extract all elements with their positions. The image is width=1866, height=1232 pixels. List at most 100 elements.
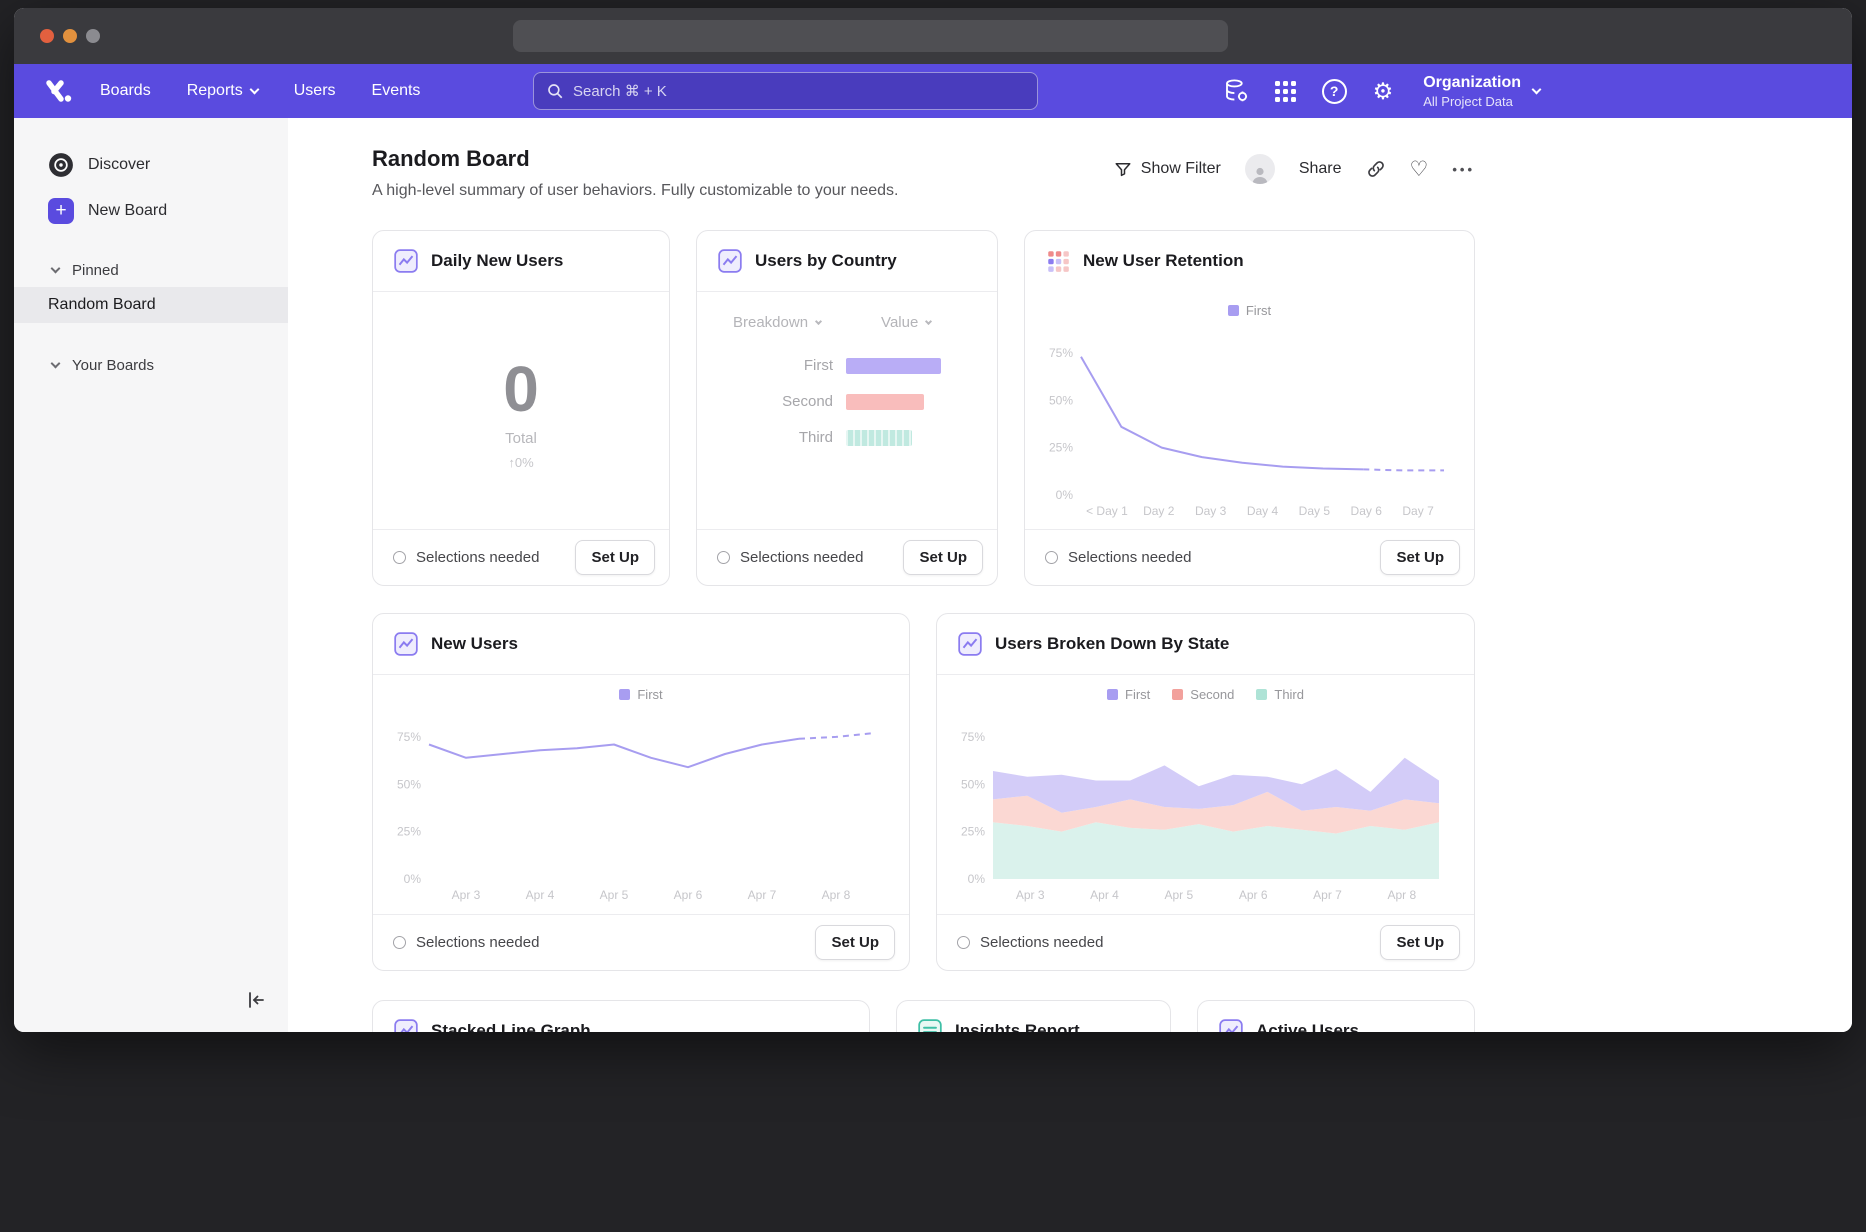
status-label: Selections needed <box>416 549 539 566</box>
svg-text:Apr 8: Apr 8 <box>822 888 851 902</box>
page-subtitle: A high-level summary of user behaviors. … <box>372 182 898 200</box>
sidebar-item-random-board[interactable]: Random Board <box>14 287 288 323</box>
chevron-down-icon <box>1532 84 1542 94</box>
svg-text:Apr 4: Apr 4 <box>1090 888 1119 902</box>
top-nav: Boards Reports Users Events <box>14 64 1852 118</box>
help-icon[interactable]: ? <box>1322 79 1347 104</box>
traffic-lights <box>40 29 100 43</box>
sidebar-item-discover[interactable]: Discover <box>14 144 288 186</box>
set-up-button[interactable]: Set Up <box>575 540 655 575</box>
metric-value: 0 <box>503 352 539 426</box>
data-management-icon[interactable] <box>1223 78 1249 104</box>
avatar[interactable] <box>1245 154 1275 184</box>
legend-item: First <box>619 687 662 702</box>
sidebar-collapse-button[interactable] <box>240 985 272 1018</box>
search-bar[interactable] <box>533 72 1038 110</box>
card-title: New Users <box>431 634 518 654</box>
window-zoom-button[interactable] <box>86 29 100 43</box>
board-content: Random Board A high-level summary of use… <box>288 118 1478 1032</box>
share-button[interactable]: Share <box>1299 160 1342 178</box>
svg-text:50%: 50% <box>1049 393 1073 407</box>
legend-swatch <box>1172 689 1183 700</box>
chevron-down-icon <box>51 359 61 369</box>
copy-link-button[interactable] <box>1366 159 1386 179</box>
nav-right: ? ⚙ Organization All Project Data <box>1223 73 1540 109</box>
more-options-button[interactable]: ••• <box>1452 162 1475 177</box>
line-chart-icon <box>957 631 983 657</box>
line-chart-icon <box>393 1018 419 1032</box>
show-filter-button[interactable]: Show Filter <box>1114 160 1221 178</box>
card-header: Users by Country <box>697 231 997 292</box>
set-up-button[interactable]: Set Up <box>903 540 983 575</box>
section-label: Pinned <box>72 262 119 279</box>
mixpanel-logo[interactable] <box>44 79 74 103</box>
value-select[interactable]: Value <box>881 314 931 331</box>
svg-text:75%: 75% <box>397 730 421 744</box>
legend-swatch <box>1107 689 1118 700</box>
line-chart-icon <box>393 631 419 657</box>
svg-text:Day 3: Day 3 <box>1195 504 1227 518</box>
favorite-button[interactable]: ♡ <box>1410 159 1429 180</box>
legend-item: First <box>1228 303 1271 318</box>
bar-row: First <box>733 357 973 374</box>
apps-grid-icon[interactable] <box>1275 81 1296 102</box>
selections-needed-status: Selections needed <box>393 934 539 951</box>
nav-item-users[interactable]: Users <box>294 82 336 100</box>
line-chart-icon <box>393 248 419 274</box>
window-close-button[interactable] <box>40 29 54 43</box>
set-up-button[interactable]: Set Up <box>815 925 895 960</box>
set-up-button[interactable]: Set Up <box>1380 925 1460 960</box>
legend-label: First <box>637 687 662 702</box>
window-minimize-button[interactable] <box>63 29 77 43</box>
svg-text:0%: 0% <box>1056 488 1074 502</box>
bar-label: First <box>733 357 833 374</box>
bar-row: Second <box>733 393 973 410</box>
svg-text:Apr 6: Apr 6 <box>674 888 703 902</box>
status-circle-icon <box>1045 551 1058 564</box>
state-breakdown-chart: 75%50%25%0%Apr 3Apr 4Apr 5Apr 6Apr 7Apr … <box>937 702 1474 914</box>
bar-label: Second <box>733 393 833 410</box>
metric-label: Total <box>505 430 537 447</box>
card-row-1: Daily New Users 0 Total ↑0% Selections n… <box>372 230 1475 586</box>
status-label: Selections needed <box>740 549 863 566</box>
browser-url-bar[interactable] <box>513 20 1228 52</box>
breakdown-select[interactable]: Breakdown <box>733 314 821 331</box>
sidebar-item-new-board[interactable]: + New Board <box>14 190 288 232</box>
board-title-block: Random Board A high-level summary of use… <box>372 146 898 200</box>
page-title: Random Board <box>372 146 898 172</box>
svg-text:50%: 50% <box>961 777 985 791</box>
nav-item-events[interactable]: Events <box>372 82 421 100</box>
nav-item-label: Events <box>372 82 421 100</box>
retention-chart: 75%50%25%0%< Day 1Day 2Day 3Day 4Day 5Da… <box>1025 318 1474 529</box>
chevron-down-icon <box>815 318 822 325</box>
card-title: Active Users <box>1256 1021 1359 1032</box>
svg-text:Day 7: Day 7 <box>1402 504 1434 518</box>
gear-icon[interactable]: ⚙ <box>1373 80 1394 103</box>
org-switcher[interactable]: Organization All Project Data <box>1423 73 1540 109</box>
legend-item: First <box>1107 687 1150 702</box>
card-body: Breakdown Value First <box>697 292 997 529</box>
card-title: New User Retention <box>1083 251 1244 271</box>
report-icon <box>917 1018 943 1032</box>
set-up-button[interactable]: Set Up <box>1380 540 1460 575</box>
card-footer: Selections needed Set Up <box>373 529 669 585</box>
svg-text:25%: 25% <box>397 825 421 839</box>
svg-text:25%: 25% <box>1049 441 1073 455</box>
search-input[interactable] <box>573 83 1025 100</box>
nav-item-reports[interactable]: Reports <box>187 82 258 100</box>
retention-grid-icon <box>1045 248 1071 274</box>
app-body: Discover + New Board Pinned Random Board… <box>14 118 1852 1032</box>
bar-label: Third <box>733 429 833 446</box>
svg-text:50%: 50% <box>397 777 421 791</box>
sidebar-section-pinned[interactable]: Pinned <box>14 254 288 287</box>
breakdown-bars: First Second Third <box>733 357 973 446</box>
section-label: Your Boards <box>72 357 154 374</box>
legend-label: Third <box>1274 687 1304 702</box>
sidebar-section-your-boards[interactable]: Your Boards <box>14 349 288 382</box>
breakdown-controls: Breakdown Value <box>733 314 973 331</box>
selections-needed-status: Selections needed <box>957 934 1103 951</box>
card-title: Stacked Line Graph <box>431 1021 591 1032</box>
nav-item-boards[interactable]: Boards <box>100 82 151 100</box>
legend-swatch <box>1256 689 1267 700</box>
svg-text:Apr 5: Apr 5 <box>600 888 629 902</box>
